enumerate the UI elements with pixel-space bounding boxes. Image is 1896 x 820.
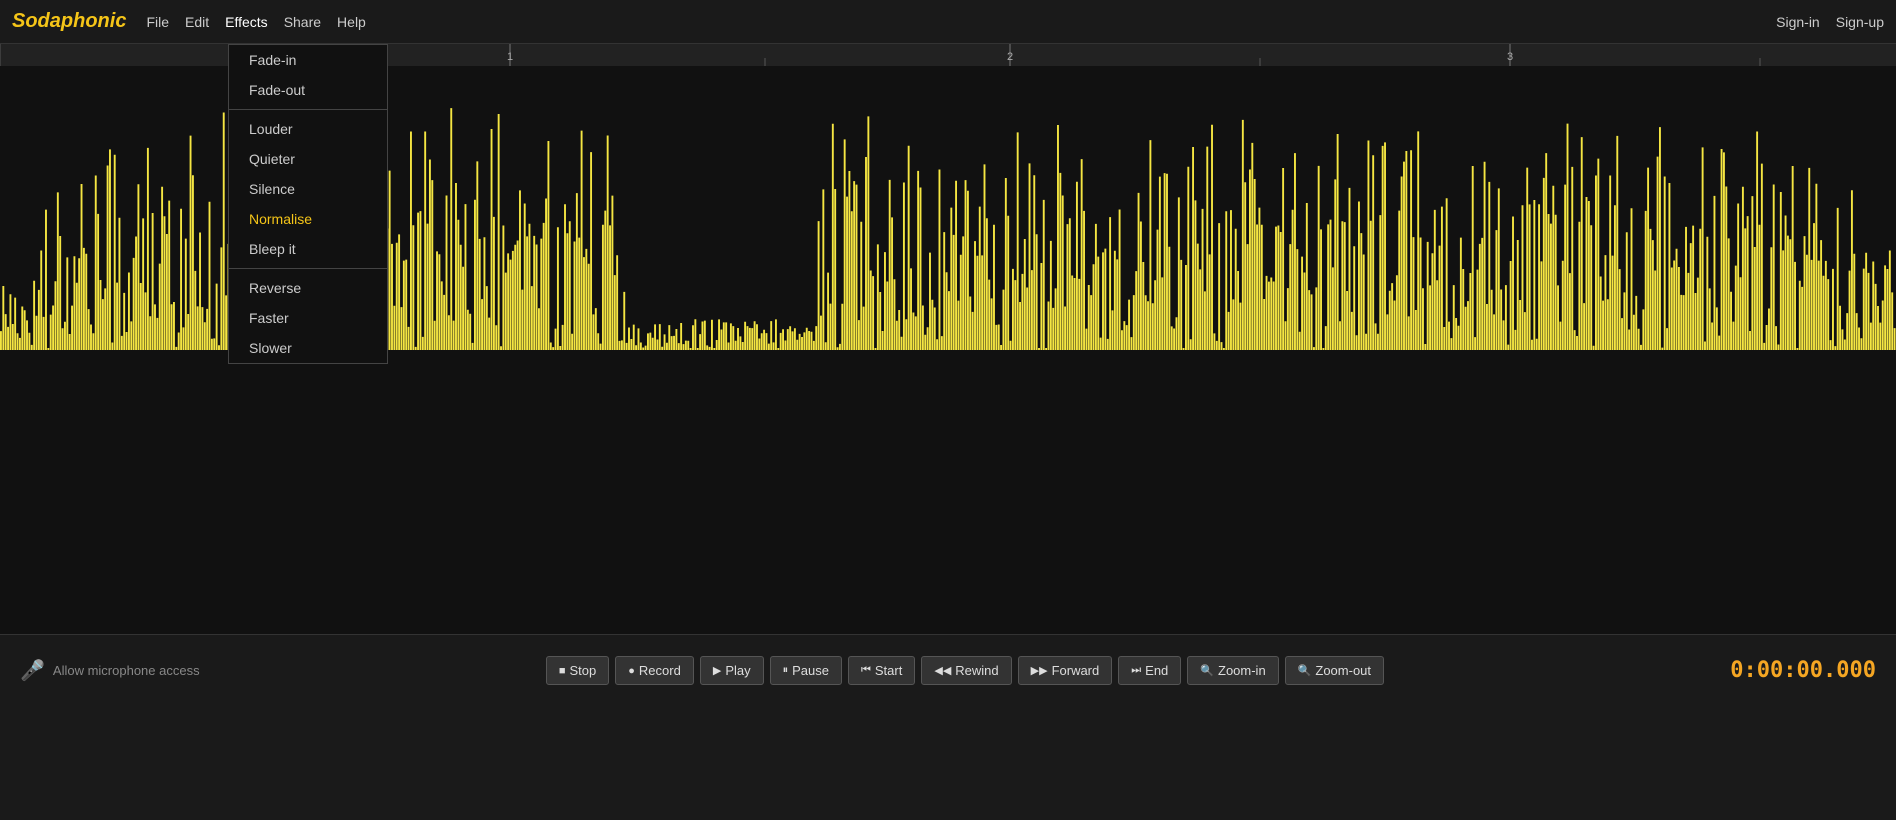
- effects-normalise[interactable]: Normalise: [229, 204, 387, 234]
- play-icon: ▶: [713, 664, 721, 677]
- effects-fade-out[interactable]: Fade-out: [229, 75, 387, 105]
- effects-bleep-it[interactable]: Bleep it: [229, 234, 387, 264]
- nav-edit[interactable]: Edit: [185, 14, 209, 30]
- rewind-icon: ◀◀: [934, 664, 951, 677]
- stop-label: Stop: [570, 663, 597, 678]
- header: Sodaphonic File Edit Effects Share Help …: [0, 0, 1896, 44]
- record-label: Record: [639, 663, 681, 678]
- timer-display: 0:00:00.000: [1730, 658, 1876, 683]
- nav-file[interactable]: File: [146, 14, 169, 30]
- mic-access-text[interactable]: Allow microphone access: [53, 663, 200, 678]
- effects-reverse[interactable]: Reverse: [229, 273, 387, 303]
- signin-link[interactable]: Sign-in: [1776, 14, 1820, 30]
- start-icon: ⏮: [861, 664, 871, 677]
- nav-help[interactable]: Help: [337, 14, 366, 30]
- effects-fade-in[interactable]: Fade-in: [229, 45, 387, 75]
- zoom-out-label: Zoom-out: [1315, 663, 1371, 678]
- bottom-waveform-group: [0, 350, 1896, 634]
- effects-silence[interactable]: Silence: [229, 174, 387, 204]
- start-button[interactable]: ⏮ Start: [848, 656, 915, 685]
- record-icon: ●: [628, 665, 635, 677]
- stop-button[interactable]: ■ Stop: [546, 656, 609, 685]
- zoom-out-icon: 🔍: [1298, 664, 1312, 677]
- transport-controls: ■ Stop ● Record ▶ Play ⏸ Pause ⏮ Start ◀…: [546, 656, 1384, 685]
- auth-section: Sign-in Sign-up: [1776, 14, 1884, 30]
- nav-share[interactable]: Share: [284, 14, 321, 30]
- effects-faster[interactable]: Faster: [229, 303, 387, 333]
- zoom-in-label: Zoom-in: [1218, 663, 1266, 678]
- stop-icon: ■: [559, 665, 566, 677]
- forward-label: Forward: [1052, 663, 1100, 678]
- play-label: Play: [725, 663, 750, 678]
- zoom-in-icon: 🔍: [1200, 664, 1214, 677]
- end-label: End: [1145, 663, 1168, 678]
- timer-value: 0:00:00.000: [1730, 658, 1876, 683]
- end-button[interactable]: ⏭ End: [1118, 656, 1181, 685]
- app-logo: Sodaphonic: [12, 10, 126, 33]
- effects-quieter[interactable]: Quieter: [229, 144, 387, 174]
- start-label: Start: [875, 663, 902, 678]
- effects-louder[interactable]: Louder: [229, 114, 387, 144]
- svg-text:2: 2: [1007, 51, 1013, 63]
- rewind-label: Rewind: [955, 663, 998, 678]
- end-icon: ⏭: [1131, 664, 1141, 677]
- svg-text:1: 1: [507, 51, 513, 63]
- dropdown-divider-2: [229, 268, 387, 269]
- pause-icon: ⏸: [783, 664, 789, 677]
- pause-label: Pause: [792, 663, 829, 678]
- dropdown-divider-1: [229, 109, 387, 110]
- record-button[interactable]: ● Record: [615, 656, 694, 685]
- rewind-button[interactable]: ◀◀ Rewind: [921, 656, 1011, 685]
- forward-icon: ▶▶: [1031, 664, 1048, 677]
- effects-slower[interactable]: Slower: [229, 333, 387, 363]
- effects-dropdown: Fade-in Fade-out Louder Quieter Silence …: [228, 44, 388, 364]
- nav-effects[interactable]: Effects: [225, 14, 268, 30]
- zoom-in-button[interactable]: 🔍 Zoom-in: [1187, 656, 1278, 685]
- microphone-icon: 🎤: [20, 658, 45, 683]
- mic-section: 🎤 Allow microphone access: [20, 658, 200, 683]
- bottom-toolbar: 🎤 Allow microphone access ■ Stop ● Recor…: [0, 634, 1896, 706]
- play-button[interactable]: ▶ Play: [700, 656, 764, 685]
- zoom-out-button[interactable]: 🔍 Zoom-out: [1285, 656, 1384, 685]
- signup-link[interactable]: Sign-up: [1836, 14, 1884, 30]
- forward-button[interactable]: ▶▶ Forward: [1018, 656, 1113, 685]
- pause-button[interactable]: ⏸ Pause: [770, 656, 842, 685]
- svg-text:3: 3: [1507, 51, 1513, 63]
